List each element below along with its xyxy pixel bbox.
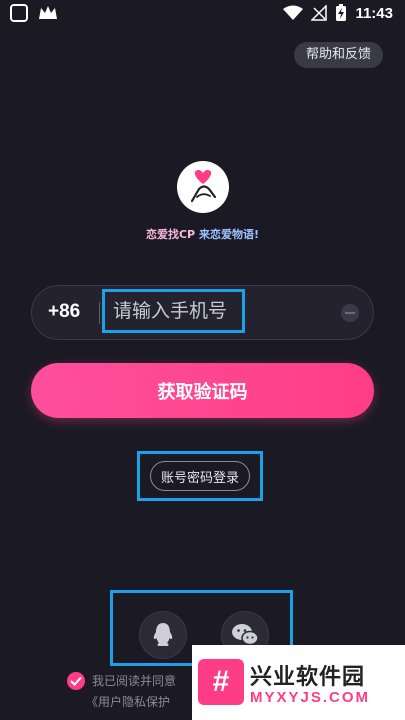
status-right: 11:43 (283, 4, 393, 22)
crown-icon (39, 6, 57, 19)
divider (99, 302, 100, 324)
agreement-checkbox[interactable] (67, 672, 85, 690)
battery-charging-icon (336, 4, 347, 21)
agreement-text: 我已阅读并同意 (92, 674, 177, 688)
privacy-policy-link[interactable]: 《用户隐私保护 (86, 693, 170, 710)
qq-icon (153, 623, 173, 646)
wechat-icon (232, 624, 259, 646)
help-feedback-button[interactable]: 帮助和反馈 (293, 42, 383, 68)
qq-login-button[interactable] (139, 611, 187, 659)
account-password-login-button[interactable]: 账号密码登录 (150, 461, 250, 491)
account-login-highlight: 账号密码登录 (137, 451, 263, 501)
wifi-icon (283, 5, 304, 20)
watermark-logo: # (198, 659, 244, 705)
phone-input-row: +86 (31, 285, 374, 340)
app-logo (177, 161, 229, 213)
clock: 11:43 (355, 4, 393, 22)
status-left (10, 4, 58, 22)
get-code-button[interactable]: 获取验证码 (31, 363, 374, 418)
heart-hand-icon (190, 169, 217, 203)
country-code[interactable]: +86 (48, 301, 80, 323)
clear-icon[interactable] (341, 304, 359, 322)
phone-input[interactable] (102, 289, 245, 333)
status-bar: 11:43 (0, 0, 405, 28)
slogan-part1: 恋爱找CP (145, 228, 196, 241)
notification-square-icon (10, 4, 28, 22)
slogan-part2: 来恋爱物语! (198, 228, 259, 241)
check-icon (70, 676, 82, 686)
watermark-url: MYXYJS.COM (250, 689, 371, 706)
watermark: # 兴业软件园 MYXYJS.COM (192, 645, 405, 720)
no-signal-icon (311, 5, 328, 21)
watermark-title: 兴业软件园 (250, 665, 366, 690)
slogan: 恋爱找CP 来恋爱物语! (0, 226, 405, 242)
